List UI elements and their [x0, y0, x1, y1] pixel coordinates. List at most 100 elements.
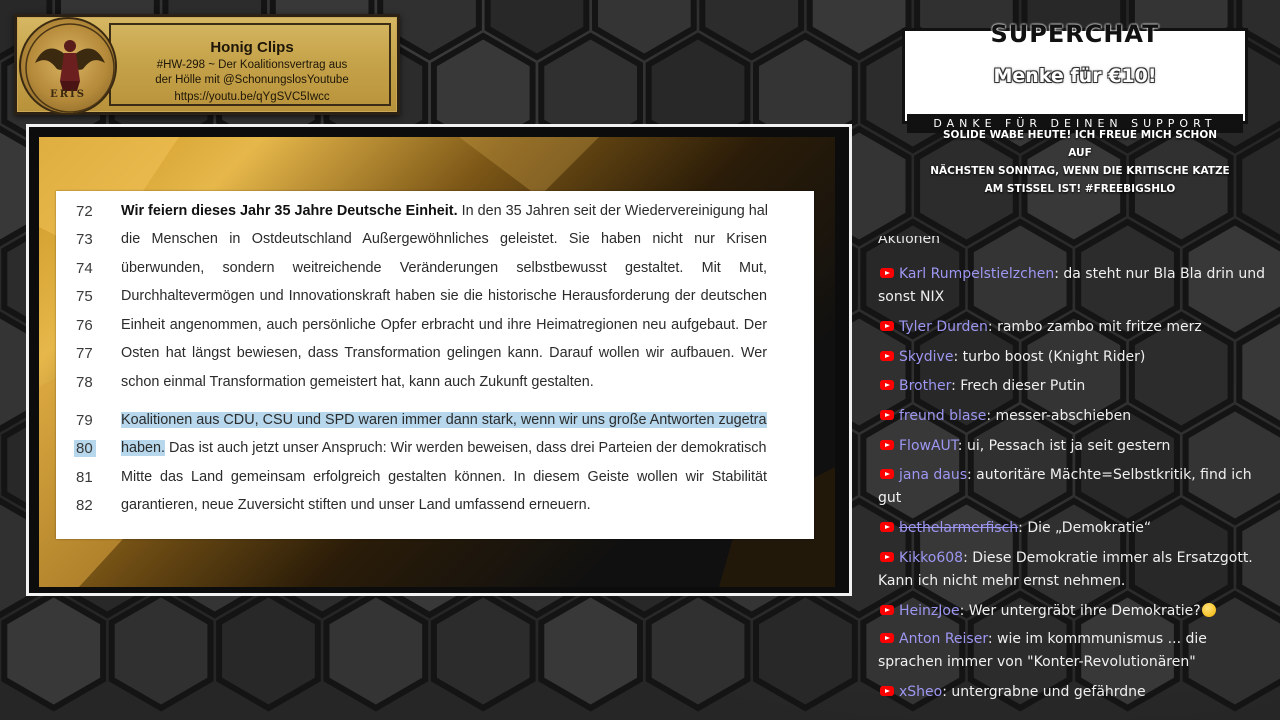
- clip-url: https://youtu.be/qYgSVC5Iwcc: [174, 91, 330, 103]
- hexagon-tile: [1, 590, 107, 712]
- document-line: 74 überwunden, sondern weitreichende Verä…: [56, 260, 814, 282]
- chat-message: Brother: Frech dieser Putin: [878, 375, 1270, 398]
- hexagon-tile: [108, 590, 214, 712]
- highlighted-text: Koalitionen aus CDU, CSU und SPD waren i…: [121, 412, 767, 428]
- clip-subtitle: #HW-298 ~ Der Koalitionsvertrag aus der …: [117, 58, 387, 88]
- chat-author[interactable]: bethelarmerfisch: [899, 520, 1018, 536]
- youtube-icon: [880, 469, 894, 479]
- highlighted-text: haben.: [121, 440, 166, 456]
- chat-author[interactable]: Brother: [899, 378, 951, 394]
- youtube-icon: [880, 321, 894, 331]
- chat-author[interactable]: HeinzJoe: [899, 603, 960, 619]
- line-text: Wir feiern dieses Jahr 35 Jahre Deutsche…: [121, 203, 767, 219]
- chat-author[interactable]: xSheo: [899, 684, 942, 700]
- chat-message: freund blase: messer-abschieben: [878, 405, 1270, 428]
- line-number: 80: [74, 440, 96, 457]
- chat-text: : Frech dieser Putin: [951, 378, 1086, 394]
- document-line: 73 die Menschen in Ostdeutschland Außerge…: [56, 231, 814, 253]
- chat-text: : ui, Pessach ist ja seit gestern: [957, 438, 1171, 454]
- line-number: 73: [76, 231, 93, 248]
- youtube-icon: [880, 268, 894, 278]
- line-text: haben. Das ist auch jetzt unser Anspruch…: [121, 440, 767, 456]
- superchat-note-line3: am Stissel ist! #FreeBigShlo: [984, 183, 1176, 195]
- line-number: 78: [76, 374, 93, 391]
- youtube-icon: [880, 605, 894, 615]
- superchat-note-line2: nächsten Sonntag, wenn die kritische Kat…: [930, 165, 1230, 177]
- line-number: 76: [76, 317, 93, 334]
- chat-message: Anton Reiser: wie im kommmunismus ... di…: [878, 628, 1270, 673]
- line-text: schon einmal Transformation gemeistert h…: [121, 374, 594, 390]
- chat-message: Karl Rumpelstielzchen: da steht nur Bla …: [878, 263, 1270, 308]
- chat-text: : Wer untergräbt ihre Demokratie?: [959, 603, 1201, 619]
- line-number: 75: [76, 288, 93, 305]
- superchat-note-line1: Solide Wabe heute! Ich freue mich schon …: [942, 129, 1218, 159]
- clip-subtitle-line2: der Hölle mit @SchonungslosYoutube: [155, 74, 349, 86]
- document-line: 79 Koalitionen aus CDU, CSU und SPD waren…: [56, 412, 814, 434]
- line-text: überwunden, sondern weitreichende Veränd…: [121, 260, 767, 276]
- line-number: 82: [76, 497, 93, 514]
- chat-author[interactable]: Skydive: [899, 349, 953, 365]
- superchat-title: SUPERCHAT: [990, 20, 1160, 48]
- logo-text: ERIS: [50, 89, 86, 100]
- chat-author[interactable]: jana daus: [899, 467, 967, 483]
- chat-author[interactable]: Karl Rumpelstielzchen: [899, 266, 1054, 282]
- youtube-icon: [880, 380, 894, 390]
- document-line: 78 schon einmal Transformation gemeistert…: [56, 374, 814, 396]
- thinking-emoji-icon: [1201, 603, 1216, 617]
- line-number: 72: [76, 203, 93, 220]
- hexagon-tile: [323, 590, 429, 712]
- chat-author[interactable]: FlowAUT: [899, 438, 958, 454]
- line-text: Durchhaltevermögen und Innovationskraft …: [121, 288, 767, 304]
- superchat-message: Menke für €10!: [993, 65, 1157, 87]
- line-text: Osten hat längst bewiesen, dass Transfor…: [121, 345, 767, 361]
- line-number: 81: [76, 469, 93, 486]
- chat-text: : rambo zambo mit fritze merz: [987, 319, 1202, 335]
- youtube-icon: [880, 552, 894, 562]
- youtube-icon: [880, 522, 894, 532]
- youtube-icon: [880, 351, 894, 361]
- eris-logo: ERIS: [19, 17, 117, 115]
- hexagon-tile: [216, 590, 321, 712]
- chat-author[interactable]: Kikko608: [899, 550, 963, 566]
- hexagon-tile: [753, 590, 858, 712]
- chat-author[interactable]: freund blase: [899, 408, 986, 424]
- chat-message: bethelarmerfisch: Die „Demokratie“: [878, 517, 1270, 540]
- document-line: 77 Osten hat längst bewiesen, dass Transf…: [56, 345, 814, 367]
- line-text: Koalitionen aus CDU, CSU und SPD waren i…: [121, 412, 767, 428]
- chat-message: xSheo: untergrabne und gefährdne: [878, 681, 1270, 704]
- superchat-note: Solide Wabe heute! Ich freue mich schon …: [930, 126, 1230, 198]
- chat-text: : turbo boost (Knight Rider): [953, 349, 1146, 365]
- chat-text: : Die „Demokratie“: [1018, 520, 1152, 536]
- document-line: 76 Einheit angenommen, auch persönliche O…: [56, 317, 814, 339]
- line-number: 74: [76, 260, 93, 277]
- line-text: die Menschen in Ostdeutschland Außergewö…: [121, 231, 767, 247]
- hexagon-tile: [538, 590, 643, 712]
- chat-author[interactable]: Anton Reiser: [899, 631, 988, 647]
- bold-text: Wir feiern dieses Jahr 35 Jahre Deutsche…: [121, 203, 458, 219]
- live-chat: Aktionen Karl Rumpelstielzchen: da steht…: [878, 236, 1270, 720]
- document-line: 80 haben. Das ist auch jetzt unser Anspru…: [56, 440, 814, 462]
- document-line: 82 garantieren, neue Zuversicht stiften u…: [56, 497, 814, 519]
- hexagon-tile: [645, 590, 751, 712]
- chat-cut-off-line: Aktionen: [878, 236, 940, 247]
- clip-banner: ERIS Honig Clips #HW-298 ~ Der Koalition…: [14, 14, 400, 115]
- youtube-icon: [880, 633, 894, 643]
- youtube-icon: [880, 686, 894, 696]
- chat-message: Skydive: turbo boost (Knight Rider): [878, 346, 1270, 369]
- document-line: 81 Mitte das Land gemeinsam erfolgreich g…: [56, 469, 814, 491]
- clip-title: Honig Clips: [210, 39, 294, 56]
- superchat-panel: Menke für €10! DANKE FÜR DEINEN SUPPORT …: [902, 20, 1248, 133]
- chat-message: Kikko608: Diese Demokratie immer als Ers…: [878, 547, 1270, 592]
- line-text: Mitte das Land gemeinsam erfolgreich ges…: [121, 469, 767, 485]
- chat-message: FlowAUT: ui, Pessach ist ja seit gestern: [878, 435, 1270, 458]
- line-text: Einheit angenommen, auch persönliche Opf…: [121, 317, 767, 333]
- chat-author[interactable]: Tyler Durden: [899, 319, 988, 335]
- document-line: 72 Wir feiern dieses Jahr 35 Jahre Deutsc…: [56, 203, 814, 225]
- youtube-icon: [880, 440, 894, 450]
- youtube-icon: [880, 410, 894, 420]
- coalition-document-page: 72 Wir feiern dieses Jahr 35 Jahre Deutsc…: [56, 191, 814, 539]
- line-text: garantieren, neue Zuversicht stiften und…: [121, 497, 591, 513]
- hexagon-tile: [430, 590, 536, 712]
- chat-text: : untergrabne und gefährdne: [942, 684, 1146, 700]
- chat-message: HeinzJoe: Wer untergräbt ihre Demokratie…: [878, 600, 1270, 623]
